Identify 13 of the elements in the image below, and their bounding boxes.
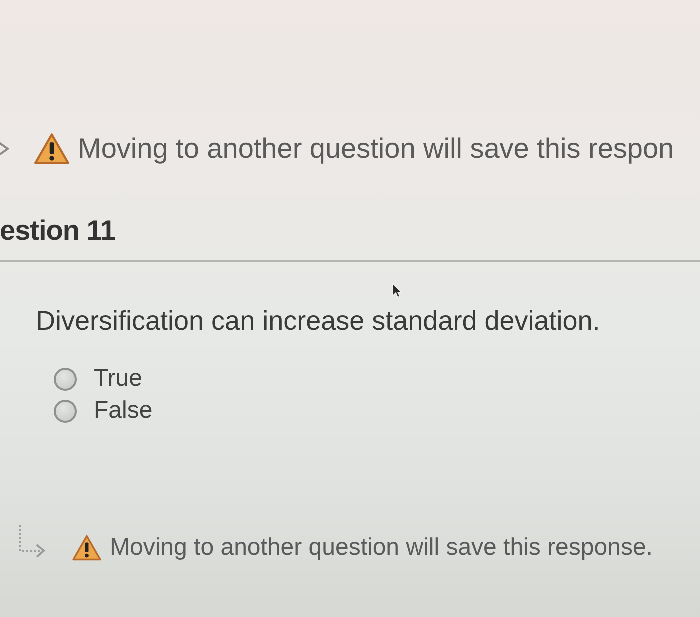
question-heading: estion 11	[0, 214, 116, 248]
radio-button[interactable]	[54, 368, 77, 390]
warning-message: Moving to another question will save this response.	[110, 534, 653, 562]
warning-message: Moving to another question will save this respon	[78, 133, 674, 165]
corner-arrow-icon	[18, 524, 46, 558]
cursor-icon	[392, 283, 402, 298]
warning-icon	[72, 535, 102, 561]
option-label[interactable]: False	[94, 397, 153, 425]
warning-icon	[34, 133, 70, 165]
question-text: Diversification can increase standard deviation.	[36, 305, 600, 338]
chevron-icon	[0, 141, 10, 157]
radio-button[interactable]	[54, 400, 77, 422]
option-label[interactable]: True	[94, 365, 142, 393]
